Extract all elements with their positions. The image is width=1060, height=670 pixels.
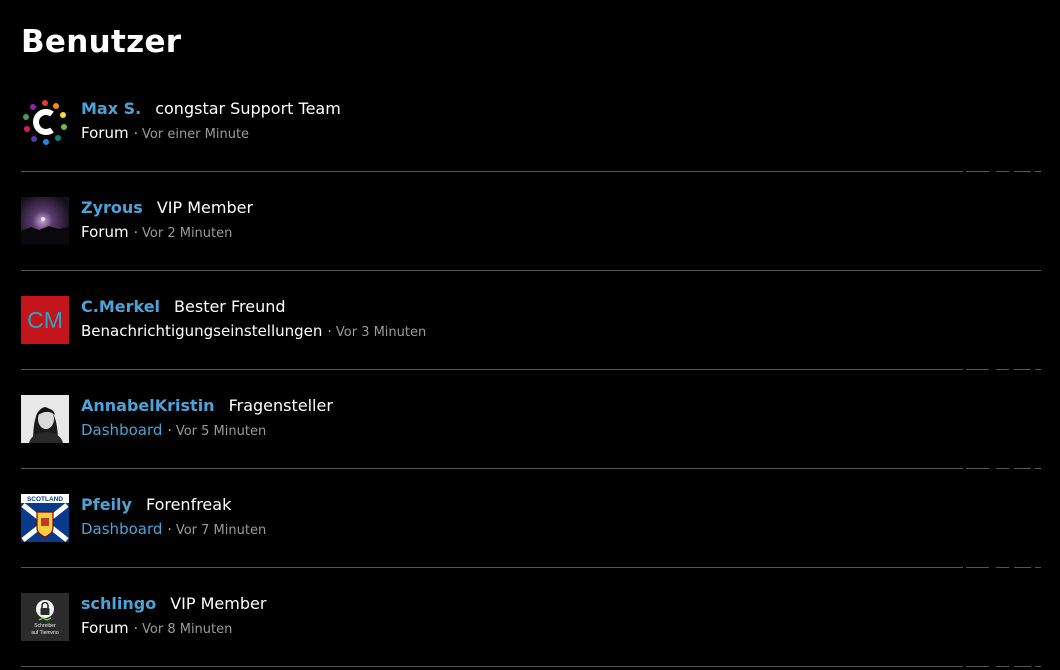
user-name-link[interactable]: Pfeily	[81, 495, 132, 514]
last-seen-time: Vor einer Minute	[142, 127, 250, 142]
night-sky-photo-icon[interactable]	[21, 197, 69, 245]
avatar-initials: CM	[27, 307, 63, 333]
user-rank: Bester Freund	[174, 297, 286, 316]
separator-dot: ·	[133, 225, 139, 241]
user-list: Max S. congstar Support Team Forum · Vor ei…	[21, 73, 1041, 667]
crest-text: SCOTLAND	[27, 496, 63, 503]
separator-dot: ·	[133, 126, 139, 142]
user-row: SCOTLAND Pfeily Forenfreak Dashboard · Vor …	[21, 469, 1041, 568]
last-seen-time: Vor 2 Minuten	[142, 226, 233, 241]
last-seen-time: Vor 8 Minuten	[142, 622, 233, 637]
user-rank: congstar Support Team	[155, 99, 341, 118]
badge-text-line-1: Schreiber	[34, 623, 56, 629]
divider-decoration	[963, 665, 1041, 667]
user-rank: VIP Member	[156, 198, 254, 217]
user-name-link[interactable]: Zyrous	[81, 198, 143, 217]
separator-dot: ·	[167, 423, 172, 439]
user-row: Schreiber auf Tiemvno schlingo VIP Member…	[21, 568, 1041, 667]
user-rank: VIP Member	[170, 594, 267, 613]
separator-dot: ·	[133, 621, 139, 637]
user-row: AnnabelKristin Fragensteller Dashboard · Vo…	[21, 370, 1041, 469]
user-location: Benachrichtigungseinstellungen	[81, 322, 323, 340]
location-link[interactable]: Dashboard	[81, 421, 162, 439]
user-name-link[interactable]: C.Merkel	[81, 297, 160, 316]
page-title: Benutzer	[21, 24, 182, 60]
initials-avatar[interactable]: CM	[21, 296, 69, 344]
user-row: Zyrous VIP Member Forum · Vor 2 Minuten	[21, 172, 1041, 271]
user-row: CM C.Merkel Bester Freund Benachrichtigun…	[21, 271, 1041, 370]
scotland-crest-icon[interactable]: SCOTLAND	[21, 494, 69, 542]
last-seen-time: Vor 5 Minuten	[175, 424, 267, 439]
user-row: Max S. congstar Support Team Forum · Vor ei…	[21, 73, 1041, 172]
user-name-link[interactable]: Max S.	[81, 99, 141, 118]
separator-dot: ·	[167, 522, 172, 538]
last-seen-time: Vor 7 Minuten	[175, 523, 267, 538]
location-link[interactable]: Dashboard	[81, 520, 162, 538]
separator-dot: ·	[327, 324, 332, 340]
user-name-link[interactable]: schlingo	[81, 594, 156, 613]
last-seen-time: Vor 3 Minuten	[335, 325, 427, 340]
congstar-logo-icon[interactable]	[21, 98, 69, 146]
user-location: Forum	[81, 619, 129, 637]
user-location: Forum	[81, 124, 129, 142]
lock-badge-icon[interactable]: Schreiber auf Tiemvno	[21, 593, 69, 641]
user-name-link[interactable]: AnnabelKristin	[81, 396, 215, 415]
badge-text-line-2: auf Tiemvno	[31, 630, 58, 636]
user-rank: Forenfreak	[145, 495, 232, 514]
users-page: Benutzer Max S. congstar Support Team Fo…	[0, 0, 1060, 670]
user-location: Forum	[81, 223, 129, 241]
portrait-photo-icon[interactable]	[21, 395, 69, 443]
user-rank: Fragensteller	[228, 396, 333, 415]
